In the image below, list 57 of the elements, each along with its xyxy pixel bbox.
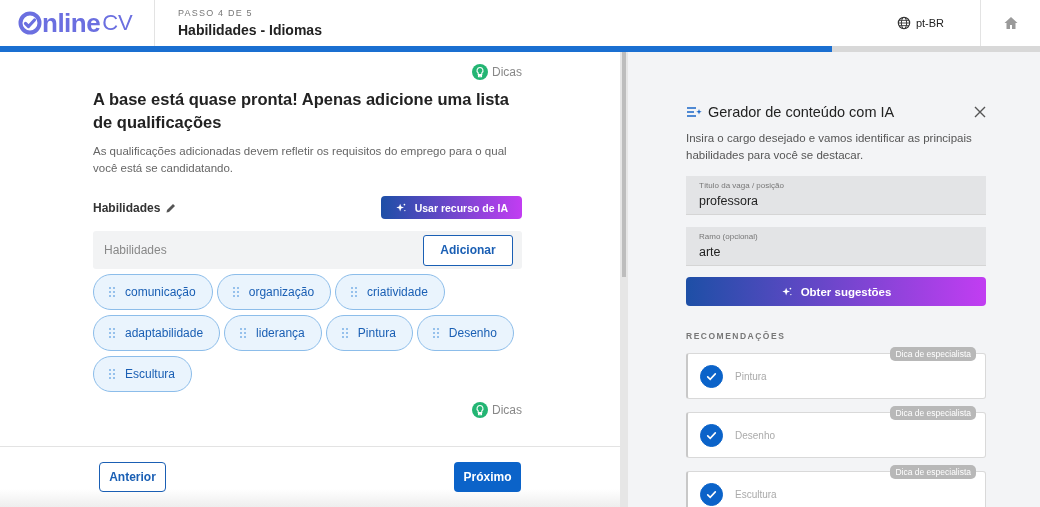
lightbulb-icon — [472, 402, 488, 418]
section-description: As qualificações adicionadas devem refletir os requisitos do emprego para o qual você está se candidatando. — [93, 144, 508, 176]
panel-description: Insira o cargo desejado e vamos identificar as principais habilidades para você se destacar. — [686, 131, 973, 163]
text-field[interactable]: Título da vaga / posição professora — [686, 176, 986, 215]
ai-list-icon — [686, 106, 702, 118]
section-heading: A base está quase pronta! Apenas adicione uma lista de qualificações — [93, 89, 510, 133]
next-button[interactable]: Próximo — [454, 462, 521, 492]
previous-button[interactable]: Anterior — [99, 462, 166, 492]
check-circle-icon — [18, 11, 42, 35]
expert-tip-badge: Dica de especialista — [890, 347, 976, 361]
tips-button[interactable]: Dicas — [472, 64, 522, 80]
lightbulb-icon — [472, 64, 488, 80]
skill-chip[interactable]: adaptabilidade — [93, 315, 221, 351]
text-field[interactable]: Ramo (opcional) arte — [686, 227, 986, 266]
checkbox[interactable] — [700, 364, 723, 388]
drag-handle-icon[interactable] — [240, 328, 247, 338]
panel-title: Gerador de conteúdo com IA — [708, 104, 895, 120]
skill-chip[interactable]: organização — [216, 274, 332, 310]
checkbox[interactable] — [700, 423, 723, 447]
sparkle-icon — [780, 285, 793, 298]
skills-label: Habilidades — [93, 200, 161, 215]
add-button[interactable]: Adicionar — [423, 234, 513, 266]
recommendation-text: Pintura — [735, 370, 767, 382]
skill-chip[interactable]: criatividade — [335, 274, 445, 310]
home-icon — [1002, 15, 1019, 31]
drag-handle-icon[interactable] — [341, 328, 348, 338]
recommendation-text: Desenho — [735, 429, 776, 441]
tips-button[interactable]: Dicas — [472, 402, 522, 418]
skill-chip[interactable]: Pintura — [325, 315, 413, 351]
drag-handle-icon[interactable] — [351, 287, 358, 297]
drag-handle-icon[interactable] — [109, 328, 115, 338]
pencil-icon[interactable] — [165, 201, 178, 214]
drag-handle-icon[interactable] — [109, 369, 115, 379]
close-icon[interactable] — [974, 106, 986, 118]
skill-chip[interactable]: Escultura — [93, 356, 193, 392]
step-label: PASSO 4 DE 5 — [178, 8, 254, 18]
skill-chip[interactable]: comunicação — [93, 274, 213, 310]
sparkle-icon — [394, 201, 407, 214]
scrollbar[interactable] — [620, 52, 628, 507]
logo-text: nline — [42, 7, 101, 39]
recommendations-heading: RECOMENDAÇÕES — [686, 331, 787, 341]
expert-tip-badge: Dica de especialista — [890, 406, 976, 420]
drag-handle-icon[interactable] — [432, 328, 439, 338]
language-button[interactable]: pt-BR — [890, 15, 950, 31]
ai-button[interactable]: Usar recurso de IA — [380, 196, 522, 219]
drag-handle-icon[interactable] — [109, 287, 115, 297]
skills-input-field[interactable]: Habilidades Adicionar — [93, 231, 522, 269]
drag-handle-icon[interactable] — [232, 287, 239, 297]
skill-chip[interactable]: liderança — [224, 315, 322, 351]
globe-icon — [896, 16, 911, 30]
recommendation-text: Escultura — [735, 488, 777, 500]
skill-chip[interactable]: Desenho — [416, 315, 514, 351]
page-title: Habilidades - Idiomas — [178, 22, 323, 38]
logo-suffix: CV — [102, 10, 133, 36]
checkbox[interactable] — [700, 482, 723, 506]
expert-tip-badge: Dica de especialista — [890, 465, 976, 479]
suggestions-button[interactable]: Obter sugestões — [686, 277, 986, 306]
